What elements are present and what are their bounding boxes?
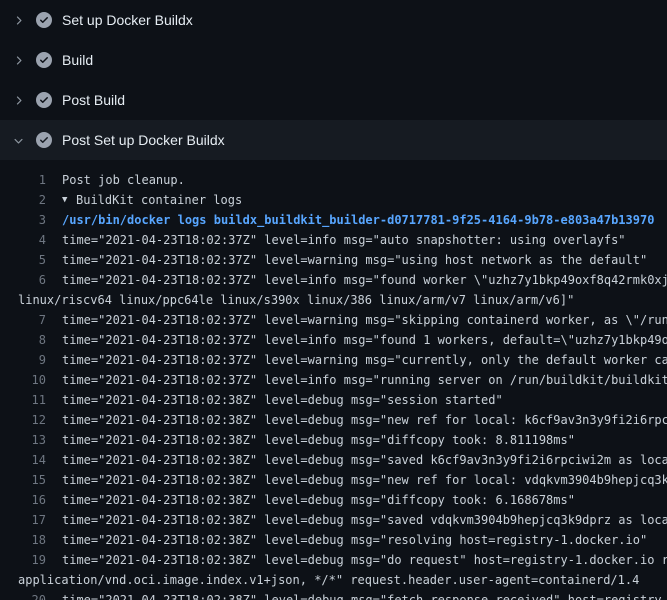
log-line: 9 time="2021-04-23T18:02:37Z" level=warn… [0,350,667,370]
chevron-icon [10,14,26,27]
log-line: 3 /usr/bin/docker logs buildx_buildkit_b… [0,210,667,230]
log-line: linux/riscv64 linux/ppc64le linux/s390x … [0,290,667,310]
log-line-number[interactable]: 3 [0,210,46,230]
log-line-text: /usr/bin/docker logs buildx_buildkit_bui… [62,210,667,230]
check-circle-icon [36,12,52,28]
step-header-3[interactable]: Post Build [0,80,667,120]
chevron-icon [10,54,26,67]
log-line-text: linux/riscv64 linux/ppc64le linux/s390x … [18,290,667,310]
log-line-text: time="2021-04-23T18:02:37Z" level=info m… [62,370,667,390]
log-line-number[interactable]: 4 [0,230,46,250]
log-line-number[interactable]: 17 [0,510,46,530]
log-line: application/vnd.oci.image.index.v1+json,… [0,570,667,590]
chevron-icon [10,134,26,147]
log-line-text: time="2021-04-23T18:02:37Z" level=info m… [62,230,667,250]
log-line-text: time="2021-04-23T18:02:38Z" level=debug … [62,430,667,450]
log-line: 7 time="2021-04-23T18:02:37Z" level=warn… [0,310,667,330]
log-line: 18 time="2021-04-23T18:02:38Z" level=deb… [0,530,667,550]
log-line-text: time="2021-04-23T18:02:38Z" level=debug … [62,530,667,550]
step-label: Post Set up Docker Buildx [62,132,225,148]
log-line-text: time="2021-04-23T18:02:38Z" level=debug … [62,550,667,570]
log-line-text: time="2021-04-23T18:02:38Z" level=debug … [62,590,667,600]
log-line-number[interactable]: 16 [0,490,46,510]
log-line-text: time="2021-04-23T18:02:38Z" level=debug … [62,510,667,530]
log-line: 10 time="2021-04-23T18:02:37Z" level=inf… [0,370,667,390]
log-line-number[interactable]: 1 [0,170,46,190]
log-line-number[interactable]: 6 [0,270,46,290]
log-line: 14 time="2021-04-23T18:02:38Z" level=deb… [0,450,667,470]
log-line: 20 time="2021-04-23T18:02:38Z" level=deb… [0,590,667,600]
log-line: 6 time="2021-04-23T18:02:37Z" level=info… [0,270,667,290]
log-line-text: time="2021-04-23T18:02:37Z" level=warnin… [62,250,667,270]
log-line-number[interactable]: 9 [0,350,46,370]
steps-list: Set up Docker Buildx Build Post Build [0,0,667,160]
check-circle-icon [36,92,52,108]
step-label: Build [62,52,93,68]
log-line: 8 time="2021-04-23T18:02:37Z" level=info… [0,330,667,350]
log-line-number[interactable]: 13 [0,430,46,450]
actions-log-viewer: Set up Docker Buildx Build Post Build [0,0,667,600]
log-line-text: time="2021-04-23T18:02:38Z" level=debug … [62,410,667,430]
log-line-text: time="2021-04-23T18:02:38Z" level=debug … [62,390,667,410]
log-line-text: time="2021-04-23T18:02:38Z" level=debug … [62,470,667,490]
step-header-1[interactable]: Set up Docker Buildx [0,0,667,40]
log-line: 5 time="2021-04-23T18:02:37Z" level=warn… [0,250,667,270]
log-line-text: time="2021-04-23T18:02:37Z" level=warnin… [62,310,667,330]
log-line-text: BuildKit container logs [76,190,667,210]
log-line-number[interactable]: 19 [0,550,46,570]
log-line-number[interactable]: 7 [0,310,46,330]
log-line-text: time="2021-04-23T18:02:37Z" level=warnin… [62,350,667,370]
log-line[interactable]: 2 ▼BuildKit container logs [0,190,667,210]
log-line-number[interactable]: 11 [0,390,46,410]
log-line-number[interactable]: 12 [0,410,46,430]
step-label: Set up Docker Buildx [62,12,193,28]
log-rows: 1 Post job cleanup. 2 ▼BuildKit containe… [0,170,667,600]
step-header-2[interactable]: Build [0,40,667,80]
log-line: 11 time="2021-04-23T18:02:38Z" level=deb… [0,390,667,410]
check-circle-icon [36,132,52,148]
log-line-text: time="2021-04-23T18:02:37Z" level=info m… [62,330,667,350]
log-line: 19 time="2021-04-23T18:02:38Z" level=deb… [0,550,667,570]
log-line: 12 time="2021-04-23T18:02:38Z" level=deb… [0,410,667,430]
chevron-icon [10,94,26,107]
check-circle-icon [36,52,52,68]
log-line-number[interactable]: 10 [0,370,46,390]
log-line: 1 Post job cleanup. [0,170,667,190]
log-line-text: time="2021-04-23T18:02:37Z" level=info m… [62,270,667,290]
log-area: 1 Post job cleanup. 2 ▼BuildKit containe… [0,160,667,600]
log-line-text: application/vnd.oci.image.index.v1+json,… [18,570,667,590]
log-line-text: time="2021-04-23T18:02:38Z" level=debug … [62,490,667,510]
log-line-number[interactable]: 5 [0,250,46,270]
log-line: 15 time="2021-04-23T18:02:38Z" level=deb… [0,470,667,490]
group-toggle-icon[interactable]: ▼ [62,190,76,210]
log-line: 13 time="2021-04-23T18:02:38Z" level=deb… [0,430,667,450]
log-line: 4 time="2021-04-23T18:02:37Z" level=info… [0,230,667,250]
step-header-4[interactable]: Post Set up Docker Buildx [0,120,667,160]
log-line-number[interactable]: 8 [0,330,46,350]
log-line-number[interactable]: 14 [0,450,46,470]
log-line: 17 time="2021-04-23T18:02:38Z" level=deb… [0,510,667,530]
step-label: Post Build [62,92,125,108]
log-line-number[interactable]: 2 [0,190,46,210]
log-line-number[interactable]: 15 [0,470,46,490]
log-line-text: Post job cleanup. [62,170,667,190]
log-line-number[interactable]: 20 [0,590,46,600]
log-line: 16 time="2021-04-23T18:02:38Z" level=deb… [0,490,667,510]
log-line-text: time="2021-04-23T18:02:38Z" level=debug … [62,450,667,470]
log-line-number[interactable]: 18 [0,530,46,550]
